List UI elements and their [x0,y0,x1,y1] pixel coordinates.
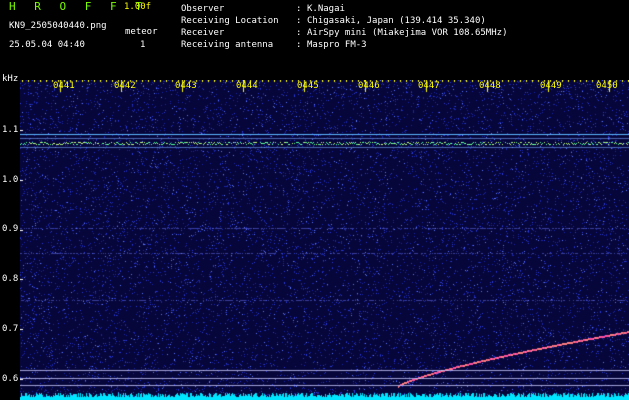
info-colon: : [296,4,302,14]
y-tick-label: 0.7 [2,324,19,334]
datetime-label: 25.05.04 04:40 [9,40,85,50]
info-colon: : [296,28,302,38]
time-label: 0445 [297,81,319,91]
filename-label: KN9_2505040440.png [9,21,107,31]
version-label: 1.00f [124,2,152,12]
meteor-count: 1 [140,40,146,50]
time-label: 0442 [114,81,136,91]
y-tick-label: 1.0 [2,175,19,185]
time-label: 0446 [358,81,380,91]
y-tick-label: 0.6 [2,374,19,384]
time-label: 0448 [479,81,501,91]
spectrogram-canvas [20,80,629,400]
time-label: 0444 [236,81,258,91]
time-label: 0447 [418,81,440,91]
time-label: 0443 [175,81,197,91]
time-label: 0441 [53,81,75,91]
meteor-label: meteor [125,27,158,37]
info-value-observer: K.Nagai [307,4,345,14]
screen: { "header": { "app_title": "H R O F F T"… [0,0,629,400]
time-label: 0450 [596,81,618,91]
time-label: 0449 [540,81,562,91]
info-value-receiver: AirSpy mini (Miakejima VOR 108.65MHz) [307,28,508,38]
y-tick-label: 1.1 [2,125,19,135]
info-key-observer: Observer [181,4,225,14]
y-axis-unit: kHz [2,74,19,84]
info-key-receiver: Receiver [181,28,225,38]
info-value-location: Chigasaki, Japan (139.414 35.340) [307,16,486,26]
info-key-location: Receiving Location [181,16,279,26]
info-value-antenna: Maspro FM-3 [307,40,367,50]
info-colon: : [296,16,302,26]
info-key-antenna: Receiving antenna [181,40,274,50]
y-tick-label: 0.9 [2,224,19,234]
info-colon: : [296,40,302,50]
y-tick-label: 0.8 [2,274,19,284]
